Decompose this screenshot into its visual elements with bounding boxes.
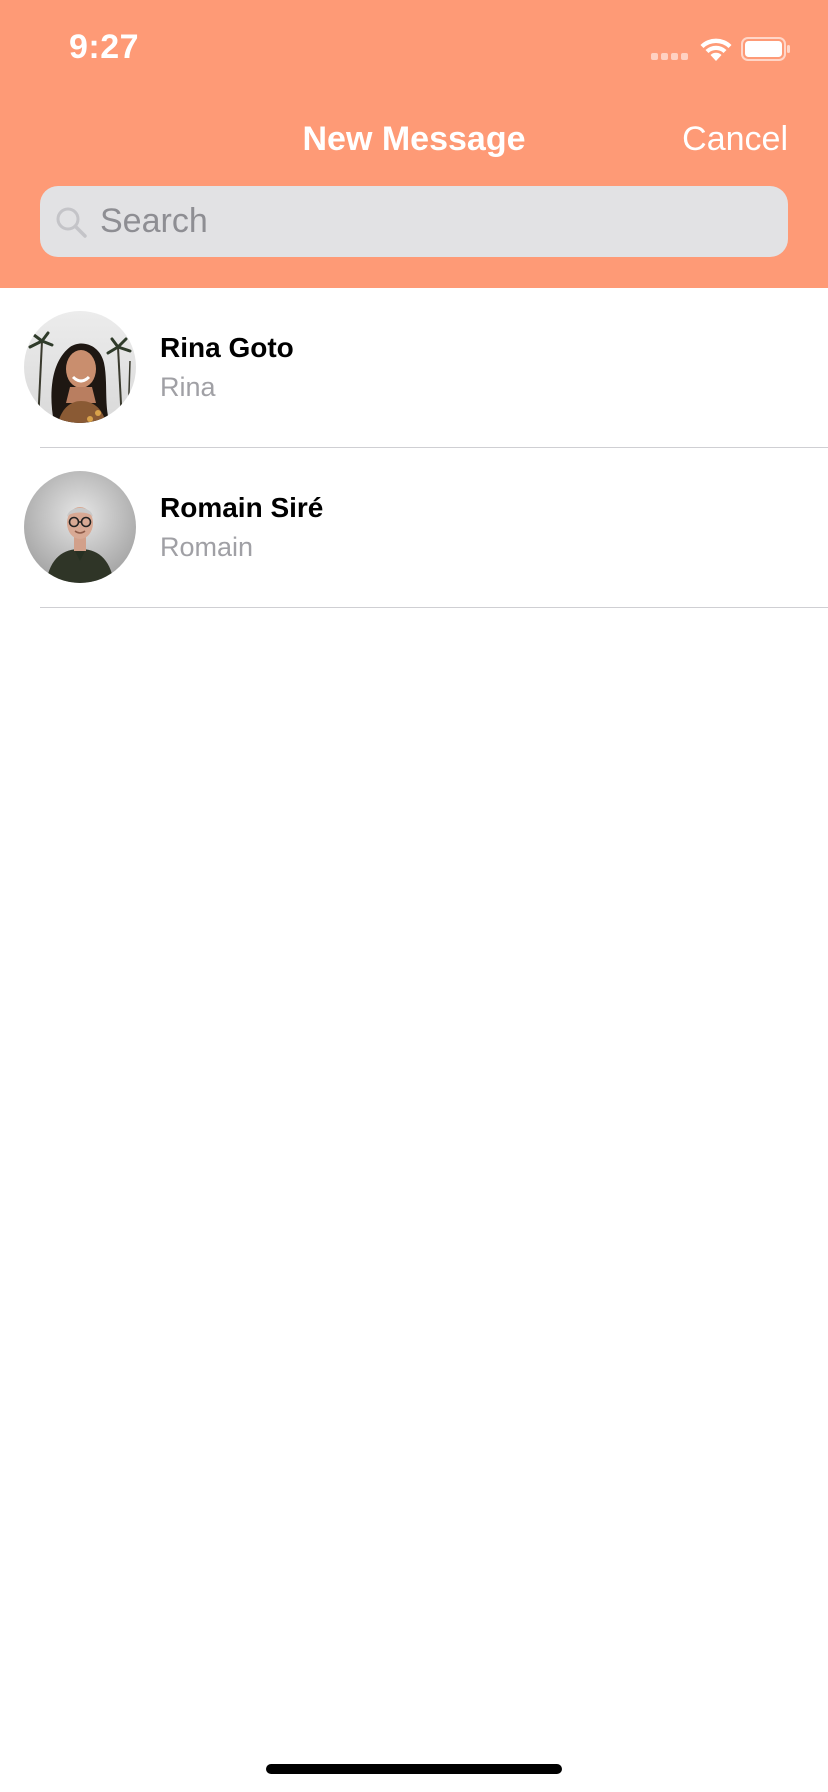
battery-icon <box>741 37 791 61</box>
contact-list: Rina Goto Rina Romain Siré Romain <box>0 288 828 608</box>
search-icon <box>55 206 89 240</box>
contact-name: Rina Goto <box>160 332 294 363</box>
contact-subtitle: Romain <box>160 532 254 562</box>
divider <box>40 607 828 608</box>
avatar <box>24 311 136 423</box>
list-item[interactable]: Rina Goto Rina <box>0 288 828 448</box>
search-input[interactable] <box>100 186 770 257</box>
contact-subtitle: Rina <box>160 372 216 402</box>
search-bar[interactable] <box>40 186 788 257</box>
status-bar: 9:27 <box>0 0 828 100</box>
wifi-icon <box>699 36 733 62</box>
new-message-screen: 9:27 New Message Cancel Search Rina Goto… <box>0 0 828 1792</box>
cancel-button[interactable]: Cancel <box>682 120 788 159</box>
cellular-signal-icon <box>651 53 691 61</box>
contact-name: Romain Siré <box>160 492 324 523</box>
header: 9:27 New Message Cancel Search <box>0 0 828 288</box>
avatar <box>24 471 136 583</box>
status-time: 9:27 <box>69 28 140 66</box>
home-indicator[interactable] <box>266 1764 562 1774</box>
list-item[interactable]: Romain Siré Romain <box>0 448 828 608</box>
